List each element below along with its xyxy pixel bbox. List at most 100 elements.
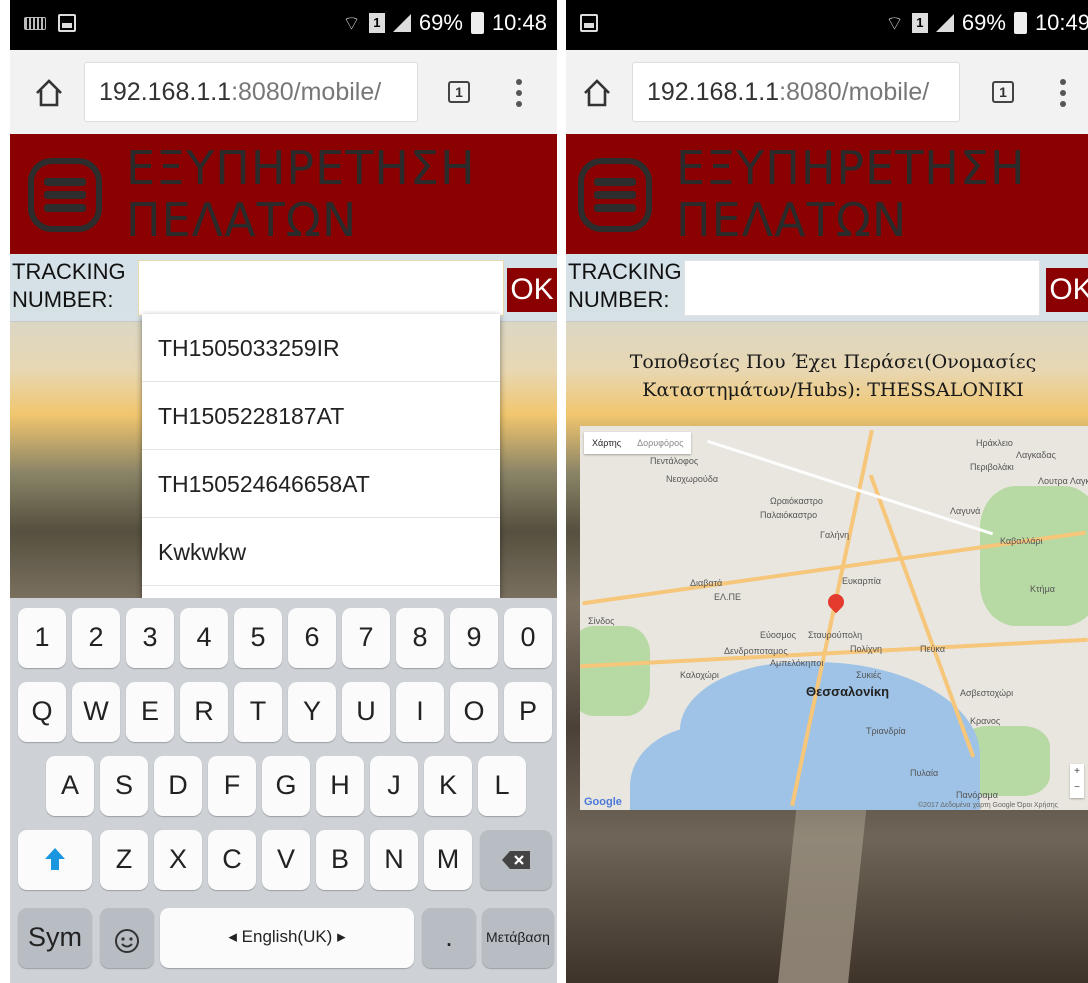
- key-k[interactable]: K: [424, 756, 472, 816]
- url-path: :8080/mobile/: [779, 78, 930, 106]
- home-icon[interactable]: [582, 78, 612, 108]
- tracking-label-line1: TRACKING: [12, 259, 126, 284]
- overflow-menu-icon[interactable]: [1060, 79, 1066, 107]
- key-3[interactable]: 3: [126, 608, 174, 668]
- url-path: :8080/mobile/: [231, 78, 382, 106]
- battery-icon: [1013, 12, 1027, 34]
- zoom-out-button[interactable]: −: [1070, 780, 1084, 796]
- map-label: Γαλήνη: [820, 530, 850, 540]
- map-label: Τριανδρία: [866, 726, 906, 736]
- key-v[interactable]: V: [262, 830, 310, 890]
- key-8[interactable]: 8: [396, 608, 444, 668]
- key-2[interactable]: 2: [72, 608, 120, 668]
- right-screenshot: ⌔ 1 69% 10:49 192.168.1.1:8080/mobile/ 1…: [566, 0, 1088, 983]
- map-type-map[interactable]: Χάρτης: [584, 432, 629, 454]
- map-city-label: Θεσσαλονίκη: [806, 684, 890, 699]
- map-label: Κρανος: [970, 716, 1001, 726]
- tabs-icon[interactable]: 1: [448, 81, 470, 103]
- map-label: Ασβεστοχώρι: [960, 688, 1014, 698]
- key-g[interactable]: G: [262, 756, 310, 816]
- key-w[interactable]: W: [72, 682, 120, 742]
- space-key[interactable]: ◂ English(UK) ▸: [160, 908, 414, 968]
- map-label: Καβαλλάρι: [1000, 536, 1043, 546]
- zoom-in-button[interactable]: +: [1070, 764, 1084, 780]
- key-5[interactable]: 5: [234, 608, 282, 668]
- key-1[interactable]: 1: [18, 608, 66, 668]
- browser-toolbar: 192.168.1.1:8080/mobile/ 1: [10, 50, 557, 134]
- key-j[interactable]: J: [370, 756, 418, 816]
- tracking-number-input[interactable]: [684, 260, 1040, 316]
- map-green-area: [580, 626, 650, 716]
- map-label: Αμπελόκηποι: [770, 658, 824, 668]
- period-key[interactable]: .: [422, 908, 476, 968]
- sym-key[interactable]: Sym: [18, 908, 92, 968]
- key-9[interactable]: 9: [450, 608, 498, 668]
- status-bar: ⌔ 1 69% 10:48: [10, 0, 557, 50]
- google-map[interactable]: Χάρτης Δορυφόρος Πεντάλοφος Νεοχωρούδα Ω…: [580, 426, 1088, 810]
- map-label: Συκιές: [856, 670, 882, 680]
- hamburger-menu-icon[interactable]: [578, 158, 652, 232]
- map-label: Ηράκλειο: [976, 438, 1013, 448]
- site-title-line1: ΕΞΥΠΗΡΕΤΗΣΗ: [676, 141, 1026, 195]
- home-icon[interactable]: [34, 78, 64, 108]
- key-7[interactable]: 7: [342, 608, 390, 668]
- key-b[interactable]: B: [316, 830, 364, 890]
- suggestion-item[interactable]: TH1505033259IR: [142, 314, 500, 382]
- key-y[interactable]: Y: [288, 682, 336, 742]
- suggestion-item[interactable]: TH150524646658AT: [142, 450, 500, 518]
- key-s[interactable]: S: [100, 756, 148, 816]
- tracking-number-input[interactable]: [138, 260, 504, 316]
- tabs-icon[interactable]: 1: [992, 81, 1014, 103]
- map-type-satellite[interactable]: Δορυφόρος: [629, 432, 691, 454]
- url-bar[interactable]: 192.168.1.1:8080/mobile/: [84, 62, 418, 122]
- site-title-line1: ΕΞΥΠΗΡΕΤΗΣΗ: [126, 141, 476, 195]
- suggestion-item[interactable]: TH1505228187AT: [142, 382, 500, 450]
- key-e[interactable]: E: [126, 682, 174, 742]
- suggestion-item[interactable]: Kwkwkw: [142, 518, 500, 586]
- key-q[interactable]: Q: [18, 682, 66, 742]
- key-m[interactable]: M: [424, 830, 472, 890]
- map-label: Ωραιόκαστρο: [770, 496, 823, 506]
- key-6[interactable]: 6: [288, 608, 336, 668]
- key-p[interactable]: P: [504, 682, 552, 742]
- key-l[interactable]: L: [478, 756, 526, 816]
- key-x[interactable]: X: [154, 830, 202, 890]
- overflow-menu-icon[interactable]: [516, 79, 522, 107]
- key-u[interactable]: U: [342, 682, 390, 742]
- ok-button[interactable]: OK: [507, 268, 557, 312]
- map-label: Διαβατά: [690, 578, 723, 588]
- emoji-icon: [115, 929, 139, 953]
- map-label: Πολίχνη: [850, 644, 883, 654]
- autocomplete-dropdown: TH1505033259IR TH1505228187AT TH15052464…: [142, 314, 500, 598]
- key-0[interactable]: 0: [504, 608, 552, 668]
- key-i[interactable]: I: [396, 682, 444, 742]
- key-c[interactable]: C: [208, 830, 256, 890]
- key-a[interactable]: A: [46, 756, 94, 816]
- map-pin-icon[interactable]: [824, 590, 848, 614]
- backspace-key[interactable]: [480, 830, 552, 890]
- key-r[interactable]: R: [180, 682, 228, 742]
- emoji-key[interactable]: [100, 908, 154, 968]
- key-t[interactable]: T: [234, 682, 282, 742]
- url-bar[interactable]: 192.168.1.1:8080/mobile/: [632, 62, 960, 122]
- key-h[interactable]: H: [316, 756, 364, 816]
- left-screenshot: ⌔ 1 69% 10:48 192.168.1.1:8080/mobile/ 1…: [10, 0, 557, 983]
- sim-icon: 1: [368, 13, 385, 33]
- key-f[interactable]: F: [208, 756, 256, 816]
- site-title-line2: ΠΕΛΑΤΩΝ: [126, 193, 358, 247]
- go-key[interactable]: Μετάβαση: [482, 908, 554, 968]
- map-attribution: ©2017 Δεδομένα χάρτη Google Όροι Χρήσης: [918, 802, 1058, 809]
- key-z[interactable]: Z: [100, 830, 148, 890]
- shift-key[interactable]: [18, 830, 92, 890]
- key-d[interactable]: D: [154, 756, 202, 816]
- key-o[interactable]: O: [450, 682, 498, 742]
- on-screen-keyboard: 1 2 3 4 5 6 7 8 9 0 Q W E R T Y U I O P …: [10, 598, 557, 983]
- key-n[interactable]: N: [370, 830, 418, 890]
- ok-button[interactable]: OK: [1046, 268, 1088, 312]
- hamburger-menu-icon[interactable]: [28, 158, 102, 232]
- battery-percent: 69%: [961, 10, 1006, 35]
- site-title-line2: ΠΕΛΑΤΩΝ: [676, 193, 908, 247]
- site-title: ΕΞΥΠΗΡΕΤΗΣΗ ΠΕΛΑΤΩΝ: [126, 142, 476, 246]
- key-4[interactable]: 4: [180, 608, 228, 668]
- map-label: Δενδροποταμος: [724, 646, 788, 656]
